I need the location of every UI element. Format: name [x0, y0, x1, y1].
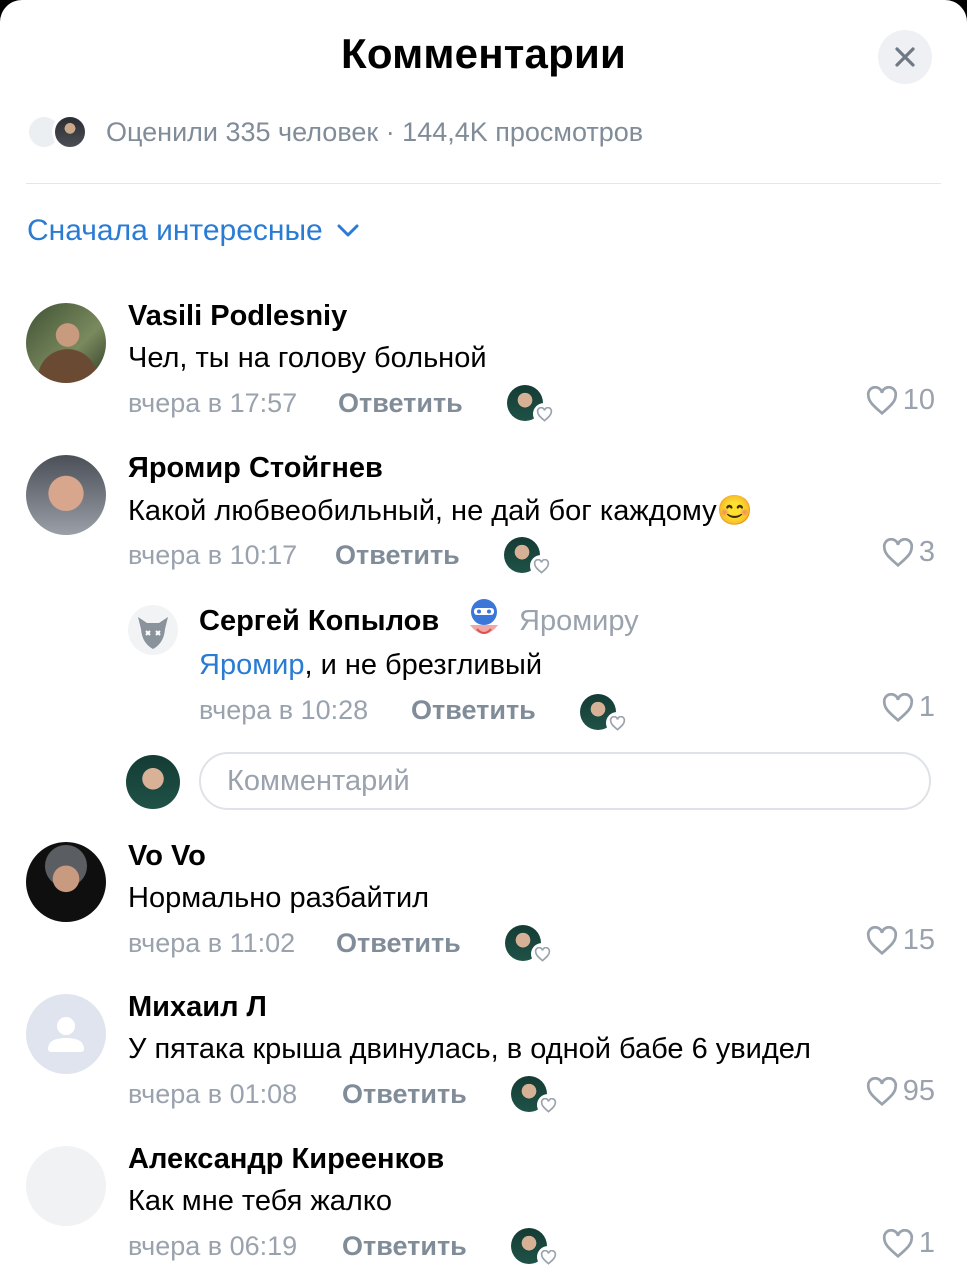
liker-avatar	[52, 114, 88, 150]
like-count: 1	[918, 1227, 935, 1259]
heart-icon	[537, 1094, 559, 1116]
comment-text: Какой любвеобильный, не дай бог каждому😊	[128, 495, 753, 527]
reply-button[interactable]: Ответить	[336, 928, 461, 959]
chevron-down-icon	[337, 224, 359, 237]
heart-icon	[882, 692, 913, 722]
comment-time: вчера в 06:19	[128, 1231, 298, 1261]
sort-label: Сначала интересные	[27, 214, 323, 247]
like-count: 3	[918, 536, 935, 568]
author-liked-indicator	[580, 694, 628, 734]
like-count: 15	[902, 924, 935, 956]
stats-text: Оценили 335 человек · 144,4K просмотров	[106, 116, 644, 147]
reply-button[interactable]: Ответить	[342, 1079, 467, 1110]
author-liked-indicator	[504, 537, 552, 577]
comment-composer	[0, 752, 967, 812]
like-button[interactable]: 10	[865, 384, 935, 417]
comment-author[interactable]: Vasili Podlesniy	[128, 300, 347, 333]
close-button[interactable]	[878, 30, 932, 84]
author-liked-indicator	[511, 1228, 559, 1268]
comment-time: вчера в 01:08	[128, 1079, 298, 1109]
author-liked-indicator	[507, 385, 555, 425]
author-liked-indicator	[511, 1076, 559, 1116]
avatar	[126, 755, 180, 809]
comment-text: У пятака крыша двинулась, в одной бабе 6…	[128, 1033, 811, 1065]
heart-icon	[531, 943, 553, 965]
page-title: Комментарии	[340, 30, 627, 77]
like-count: 95	[902, 1075, 935, 1107]
comment-time: вчера в 11:02	[128, 928, 296, 958]
heart-icon	[882, 1228, 913, 1258]
comment-author[interactable]: Vo Vo	[128, 840, 206, 873]
like-count: 1	[918, 691, 935, 723]
comment-time: вчера в 10:17	[128, 540, 298, 570]
heart-icon	[866, 1076, 897, 1106]
reply-button[interactable]: Ответить	[342, 1231, 467, 1262]
comment-text: Нормально разбайтил	[128, 882, 430, 914]
reply-button[interactable]: Ответить	[411, 695, 536, 726]
comment-input[interactable]	[199, 752, 931, 810]
heart-icon	[533, 403, 555, 425]
reply-to-label[interactable]: Яромиру	[519, 605, 639, 638]
heart-icon	[606, 712, 628, 734]
heart-icon	[866, 925, 897, 955]
avatar[interactable]	[128, 605, 178, 655]
dog-icon	[138, 617, 168, 649]
like-button[interactable]: 95	[865, 1075, 935, 1108]
user-placeholder-icon	[48, 1017, 84, 1052]
heart-icon	[882, 537, 913, 567]
heart-icon	[537, 1246, 559, 1268]
comment-author[interactable]: Яромир Стойгнев	[128, 452, 383, 485]
comment-text: Чел, ты на голову больной	[128, 342, 487, 374]
avatar[interactable]	[26, 1146, 106, 1226]
like-button[interactable]: 1	[881, 691, 935, 724]
divider	[26, 183, 941, 184]
reply-button[interactable]: Ответить	[338, 388, 463, 419]
comment-time: вчера в 10:28	[199, 695, 369, 725]
sort-dropdown[interactable]: Сначала интересные	[27, 214, 359, 248]
smile-emoji: 😊	[716, 495, 753, 527]
comment-author[interactable]: Александр Киреенков	[128, 1143, 444, 1176]
header: Комментарии	[0, 0, 967, 120]
comments-sheet: Комментарии Оценили 335 человек · 144,4K…	[0, 0, 967, 1280]
superhero-badge-icon	[463, 597, 505, 643]
avatar[interactable]	[26, 455, 106, 535]
reply-button[interactable]: Ответить	[335, 540, 460, 571]
like-button[interactable]: 1	[881, 1227, 935, 1260]
comment-text: Как мне тебя жалко	[128, 1185, 392, 1217]
comment-author[interactable]: Михаил Л	[128, 991, 267, 1024]
heart-icon	[866, 385, 897, 415]
comment-text: Яромир, и не брезгливый	[199, 649, 543, 681]
reactions-summary[interactable]: Оценили 335 человек · 144,4K просмотров	[26, 112, 643, 152]
like-button[interactable]: 3	[881, 536, 935, 569]
comment-time: вчера в 17:57	[128, 388, 298, 418]
mention-link[interactable]: Яромир	[199, 649, 304, 681]
comment-author[interactable]: Сергей Копылов	[199, 605, 439, 638]
like-button[interactable]: 15	[865, 924, 935, 957]
avatar[interactable]	[26, 994, 106, 1074]
like-count: 10	[902, 384, 935, 416]
avatar[interactable]	[26, 303, 106, 383]
heart-icon	[530, 555, 552, 577]
avatar[interactable]	[26, 842, 106, 922]
close-icon	[895, 47, 915, 67]
author-liked-indicator	[505, 925, 553, 965]
